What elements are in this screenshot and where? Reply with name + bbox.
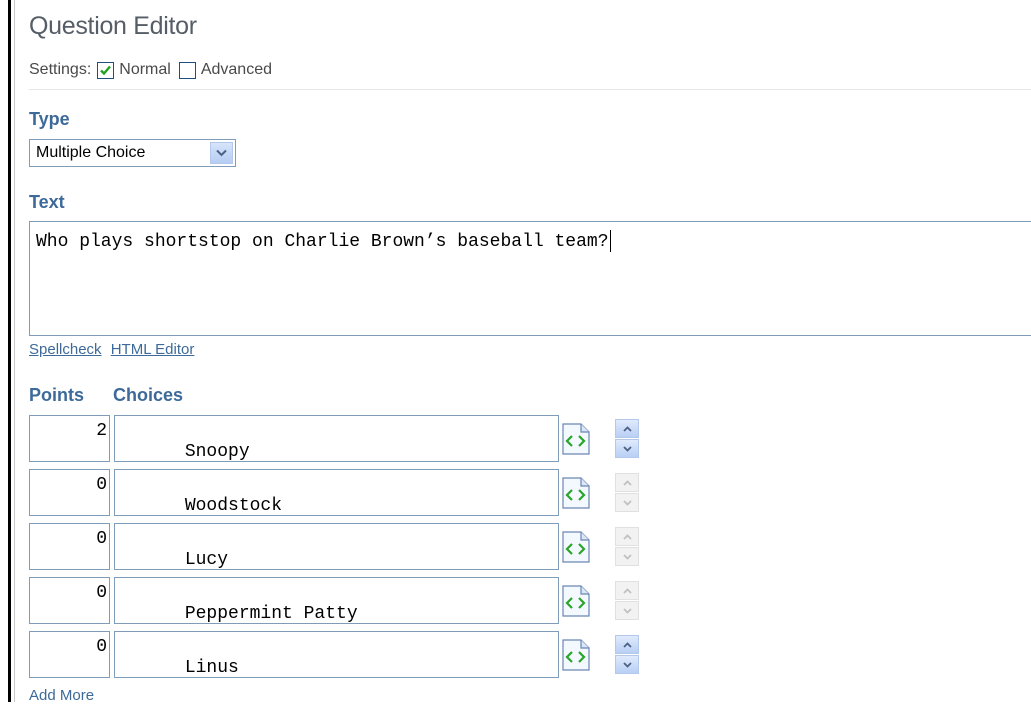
scroll-down-icon[interactable] xyxy=(615,493,639,512)
scroll-down-icon[interactable] xyxy=(615,655,639,674)
type-label: Type xyxy=(29,109,70,129)
panel-divider xyxy=(14,0,15,702)
header-divider xyxy=(29,89,1031,90)
question-text-value: Who plays shortstop on Charlie Brown’s b… xyxy=(36,231,609,252)
normal-checkbox[interactable] xyxy=(97,61,115,79)
html-editor-link[interactable]: HTML Editor xyxy=(111,341,195,358)
spellcheck-link[interactable]: Spellcheck xyxy=(29,341,102,358)
choice-scrollbar[interactable] xyxy=(615,581,639,621)
points-input[interactable]: 2 xyxy=(29,415,110,462)
text-caret xyxy=(609,230,611,252)
choice-input[interactable]: Linus xyxy=(114,631,639,678)
html-code-icon[interactable] xyxy=(561,423,591,455)
scroll-up-icon[interactable] xyxy=(615,527,639,546)
html-code-icon[interactable] xyxy=(561,531,591,563)
choices-header: Choices xyxy=(113,385,184,405)
points-input[interactable]: 0 xyxy=(29,469,110,516)
advanced-label: Advanced xyxy=(200,61,272,78)
settings-label: Settings: xyxy=(29,61,92,78)
choice-input[interactable]: Woodstock xyxy=(114,469,639,516)
advanced-checkbox[interactable] xyxy=(178,61,196,79)
html-code-icon[interactable] xyxy=(561,639,591,671)
normal-label: Normal xyxy=(119,61,171,78)
scroll-down-icon[interactable] xyxy=(615,439,639,458)
points-input[interactable]: 0 xyxy=(29,523,110,570)
html-code-icon[interactable] xyxy=(561,585,591,617)
choice-text: Linus xyxy=(184,658,239,678)
scroll-up-icon[interactable] xyxy=(615,581,639,600)
window-left-border xyxy=(0,0,11,702)
choice-scrollbar[interactable] xyxy=(615,635,639,675)
choice-scrollbar[interactable] xyxy=(615,419,639,459)
add-more-link[interactable]: Add More xyxy=(29,687,94,704)
scroll-down-icon[interactable] xyxy=(615,601,639,620)
points-input[interactable]: 0 xyxy=(29,631,110,678)
checkmark-icon xyxy=(100,65,112,75)
scroll-up-icon[interactable] xyxy=(615,635,639,654)
settings-bar: Settings: Normal Advanced xyxy=(29,61,272,79)
choice-scrollbar[interactable] xyxy=(615,473,639,513)
scroll-down-icon[interactable] xyxy=(615,547,639,566)
html-code-icon[interactable] xyxy=(561,477,591,509)
choice-text: Snoopy xyxy=(184,442,250,462)
points-header: Points xyxy=(29,385,85,405)
choice-scrollbar[interactable] xyxy=(615,527,639,567)
choice-input[interactable]: Snoopy xyxy=(114,415,639,462)
scroll-up-icon[interactable] xyxy=(615,473,639,492)
choice-text: Lucy xyxy=(184,550,229,570)
page-title: Question Editor xyxy=(29,12,197,40)
question-text-input[interactable]: Who plays shortstop on Charlie Brown’s b… xyxy=(29,221,1031,336)
chevron-down-icon[interactable] xyxy=(210,142,233,164)
points-input[interactable]: 0 xyxy=(29,577,110,624)
choice-input[interactable]: Lucy xyxy=(114,523,639,570)
editor-links: Spellcheck HTML Editor xyxy=(29,341,199,358)
type-select-value: Multiple Choice xyxy=(36,144,146,161)
choice-input[interactable]: Peppermint Patty xyxy=(114,577,639,624)
scroll-up-icon[interactable] xyxy=(615,419,639,438)
text-label: Text xyxy=(29,192,65,212)
choice-text: Woodstock xyxy=(184,496,283,516)
choice-text: Peppermint Patty xyxy=(184,604,358,624)
type-select[interactable]: Multiple Choice xyxy=(29,139,236,167)
